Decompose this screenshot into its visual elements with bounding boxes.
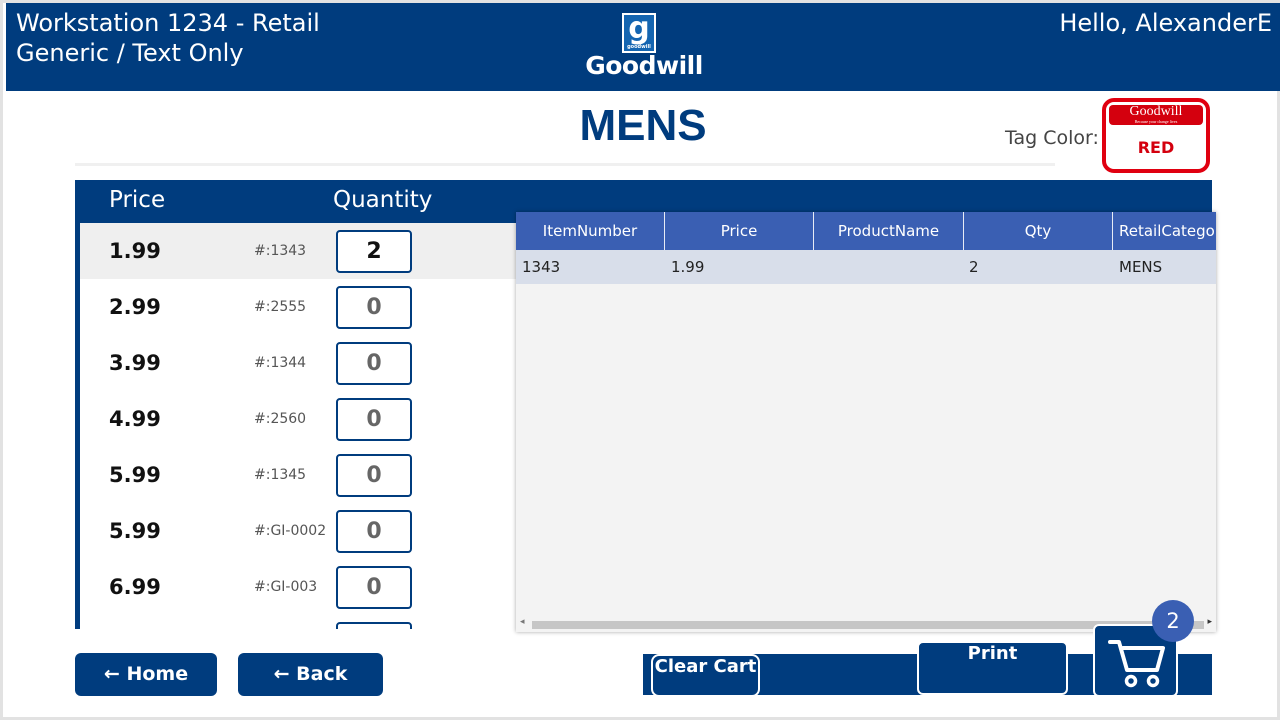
grid-header-itemnumber[interactable]: ItemNumber	[516, 212, 665, 250]
page-title: MENS	[579, 101, 707, 150]
quantity-input[interactable]	[336, 622, 412, 629]
tag-brand: Goodwill Because your change lives	[1109, 105, 1203, 125]
tag-brand-name: Goodwill	[1129, 104, 1183, 119]
app-frame: Workstation 1234 - Retail Generic / Text…	[0, 0, 1280, 720]
row-price: 4.99	[109, 407, 161, 431]
row-item-number: #:GI-0002	[254, 523, 327, 539]
mode-subtitle: Generic / Text Only	[16, 39, 244, 67]
price-row[interactable]: 3.99 #:1344 0	[80, 335, 516, 391]
row-price: 5.99	[109, 463, 161, 487]
row-price: 6.99	[109, 575, 161, 599]
row-price: 1.99	[109, 239, 161, 263]
row-item-number: #:1344	[254, 355, 307, 371]
header-bar: Workstation 1234 - Retail Generic / Text…	[6, 3, 1280, 91]
row-price: 5.99	[109, 519, 161, 543]
grid-cell-retailcategory: MENS	[1119, 258, 1163, 276]
logo-glyph: g	[628, 11, 650, 46]
tag-brand-tagline: Because your change lives	[1134, 119, 1178, 124]
grid-header-row: ItemNumber Price ProductName Qty RetailC…	[516, 212, 1216, 250]
logo-text: Goodwill	[585, 51, 703, 80]
grid-cell-price: 1.99	[671, 258, 705, 276]
row-item-number: #:1345	[254, 467, 307, 483]
row-item-number: #:2560	[254, 411, 307, 427]
price-row[interactable]: 6.99 #:GI-003 0	[80, 559, 516, 615]
quantity-input[interactable]: 0	[336, 286, 412, 329]
grid-cell-itemnumber: 1343	[522, 258, 561, 276]
row-price: 3.99	[109, 351, 161, 375]
logo-small-text: goodwill	[627, 44, 651, 50]
grid-header-retailcategory[interactable]: RetailCategory	[1113, 212, 1216, 250]
price-row[interactable]: 2.99 #:2555 0	[80, 279, 516, 335]
cart-icon	[1108, 640, 1165, 688]
tag-color-label: Tag Color:	[1005, 127, 1099, 149]
tag-color-name: RED	[1137, 138, 1175, 157]
home-button[interactable]: ← Home	[75, 653, 217, 696]
row-item-number: #:GI-003	[254, 579, 318, 595]
quantity-column-header: Quantity	[333, 187, 433, 213]
quantity-input[interactable]: 0	[336, 398, 412, 441]
user-greeting: Hello, AlexanderE	[1059, 9, 1272, 37]
quantity-input[interactable]: 0	[336, 342, 412, 385]
grid-header-price[interactable]: Price	[665, 212, 814, 250]
scroll-right-icon[interactable]: ▸	[1207, 617, 1212, 627]
grid-row[interactable]: 1343 1.99 2 MENS	[516, 250, 1216, 284]
cart-count-badge: 2	[1152, 600, 1194, 642]
price-row[interactable]: 5.99 #:GI-0002 0	[80, 503, 516, 559]
price-row[interactable]: 1.99 #:1343 2	[80, 223, 516, 279]
quantity-input[interactable]: 2	[336, 230, 412, 273]
price-column-header: Price	[109, 187, 166, 213]
quantity-input[interactable]: 0	[336, 566, 412, 609]
row-item-number: #:1343	[254, 243, 307, 259]
goodwill-logo: g goodwill Goodwill	[570, 11, 718, 80]
price-row-partial[interactable]	[80, 615, 516, 629]
back-button[interactable]: ← Back	[238, 653, 383, 696]
goodwill-g-icon: g goodwill	[622, 11, 656, 53]
cart-data-grid[interactable]: ItemNumber Price ProductName Qty RetailC…	[516, 212, 1216, 632]
price-row[interactable]: 4.99 #:2560 0	[80, 391, 516, 447]
title-divider	[75, 163, 1055, 166]
scroll-left-icon[interactable]: ◂	[520, 617, 525, 627]
row-price: 2.99	[109, 295, 161, 319]
row-item-number: #:2555	[254, 299, 307, 315]
workstation-title: Workstation 1234 - Retail	[16, 9, 320, 37]
quantity-input[interactable]: 0	[336, 454, 412, 497]
price-row[interactable]: 5.99 #:1345 0	[80, 447, 516, 503]
print-button[interactable]: Print	[917, 641, 1068, 695]
grid-header-productname[interactable]: ProductName	[814, 212, 964, 250]
price-list[interactable]: 1.99 #:1343 2 2.99 #:2555 0 3.99 #:1344 …	[80, 223, 516, 629]
clear-cart-button[interactable]: Clear Cart	[651, 654, 760, 697]
grid-header-qty[interactable]: Qty	[964, 212, 1113, 250]
grid-cell-qty: 2	[969, 258, 979, 276]
tag-color-badge: Goodwill Because your change lives RED	[1102, 98, 1210, 173]
quantity-input[interactable]: 0	[336, 510, 412, 553]
